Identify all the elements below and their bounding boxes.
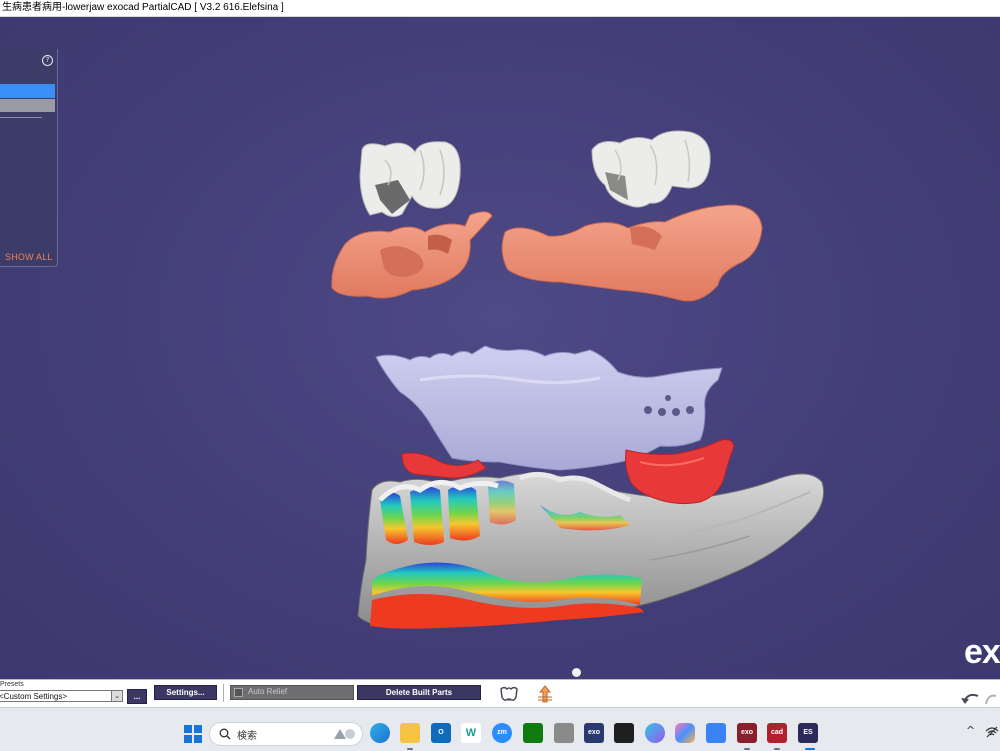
windows-start-icon[interactable] — [184, 725, 202, 743]
side-panel: ? SHOW ALL — [0, 49, 58, 267]
presets-label: Presets — [0, 681, 24, 688]
edge-icon[interactable] — [370, 723, 390, 743]
auto-relief-label: Auto Relief — [248, 687, 288, 696]
exoview-icon[interactable]: exo — [584, 723, 604, 743]
chevron-down-icon[interactable]: ⌄ — [111, 690, 123, 702]
toolbar-divider — [223, 684, 224, 702]
exo-watermark-logo: exo — [964, 633, 1000, 671]
network-icon[interactable] — [985, 725, 999, 739]
insertion-direction-icon[interactable] — [534, 683, 556, 705]
terminal-icon[interactable] — [614, 723, 634, 743]
file-explorer-icon[interactable] — [400, 723, 420, 743]
dental-scene[interactable] — [0, 17, 1000, 679]
selected-list-item[interactable] — [0, 84, 55, 98]
zoom-icon[interactable]: zm — [492, 723, 512, 743]
undo-icon[interactable] — [958, 688, 998, 708]
settings-button[interactable]: Settings... — [154, 685, 217, 700]
cursor-dot — [572, 668, 581, 677]
window-title: 生病患者病用-lowerjaw exocad PartialCAD [ V3.2… — [2, 2, 284, 13]
jaw-view-icon[interactable] — [498, 683, 520, 705]
search-placeholder: 検索 — [237, 731, 257, 742]
copilot-icon[interactable] — [675, 723, 695, 743]
photos-icon[interactable] — [645, 723, 665, 743]
upper-left-crowns[interactable] — [359, 141, 461, 218]
exoplan-icon[interactable]: ES — [798, 723, 818, 743]
show-all-button[interactable]: SHOW ALL — [5, 252, 53, 262]
dental-app-icon[interactable] — [554, 723, 574, 743]
panel-divider — [0, 117, 42, 118]
preset-dropdown[interactable]: <Custom Settings> — [0, 690, 122, 702]
exocad-icon[interactable]: exo — [737, 723, 757, 743]
search-highlight-icon — [334, 729, 355, 739]
delete-built-parts-button[interactable]: Delete Built Parts — [357, 685, 481, 700]
left-gingiva-saddle[interactable] — [331, 211, 493, 299]
more-options-button[interactable]: ... — [127, 689, 147, 704]
taskbar-search[interactable]: 検索 — [209, 722, 363, 746]
dentalcad-icon[interactable]: cad — [767, 723, 787, 743]
outlook-icon[interactable]: O — [431, 723, 451, 743]
search-icon — [219, 728, 231, 740]
right-gingiva-saddle[interactable] — [501, 204, 763, 302]
tray-chevron-up-icon[interactable]: ^ — [966, 724, 975, 737]
windows-taskbar: 検索 O W zm exo exo cad ES ^ — [0, 707, 1000, 751]
cad-3d-viewport[interactable]: ? SHOW ALL exo — [0, 17, 1000, 679]
help-icon[interactable]: ? — [42, 55, 53, 66]
palatal-plate[interactable] — [375, 345, 723, 471]
word-online-icon[interactable]: W — [461, 723, 481, 743]
upper-right-crowns[interactable] — [591, 130, 711, 208]
bottom-toolbar: Presets <Custom Settings> ⌄ ... Settings… — [0, 679, 1000, 708]
notepad-icon[interactable] — [706, 723, 726, 743]
lower-jaw-model[interactable] — [357, 472, 825, 629]
window-title-bar: 生病患者病用-lowerjaw exocad PartialCAD [ V3.2… — [0, 0, 1000, 17]
list-item[interactable] — [0, 99, 55, 112]
xbox-icon[interactable] — [523, 723, 543, 743]
auto-relief-toggle[interactable]: Auto Relief — [230, 685, 354, 700]
auto-relief-checkbox[interactable] — [234, 688, 243, 697]
